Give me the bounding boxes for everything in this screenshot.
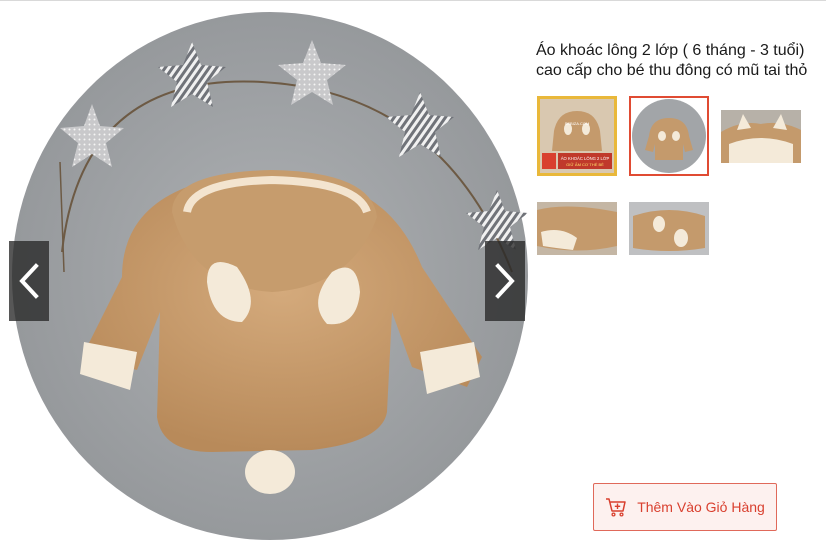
thumbnail-caption-line2: GIỮ ẤM CƠ THỂ BÉ	[566, 162, 604, 167]
thumbnail-2[interactable]	[629, 96, 709, 176]
chevron-left-icon	[19, 263, 39, 299]
thumbnail-watermark: SEBIZA.COM	[565, 121, 590, 126]
product-title: Áo khoác lông 2 lớp ( 6 tháng - 3 tuổi) …	[536, 42, 808, 79]
main-product-image	[12, 12, 528, 540]
product-gallery	[0, 0, 532, 554]
thumbnail-4[interactable]	[537, 202, 617, 255]
thumbnail-5[interactable]	[629, 202, 709, 255]
thumbnail-1[interactable]: SEBIZA.COM ÁO KHOÁC LÔNG 2 LỚP GIỮ ẤM CƠ…	[537, 96, 617, 176]
add-to-cart-button[interactable]: Thêm Vào Giỏ Hàng	[593, 483, 777, 531]
cart-plus-icon	[606, 498, 626, 517]
add-to-cart-label: Thêm Vào Giỏ Hàng	[637, 499, 765, 515]
next-image-button[interactable]	[485, 241, 525, 321]
chevron-right-icon	[495, 263, 515, 299]
thumbnail-3[interactable]	[721, 110, 801, 163]
prev-image-button[interactable]	[9, 241, 49, 321]
thumbnail-caption-line1: ÁO KHOÁC LÔNG 2 LỚP	[561, 156, 610, 161]
